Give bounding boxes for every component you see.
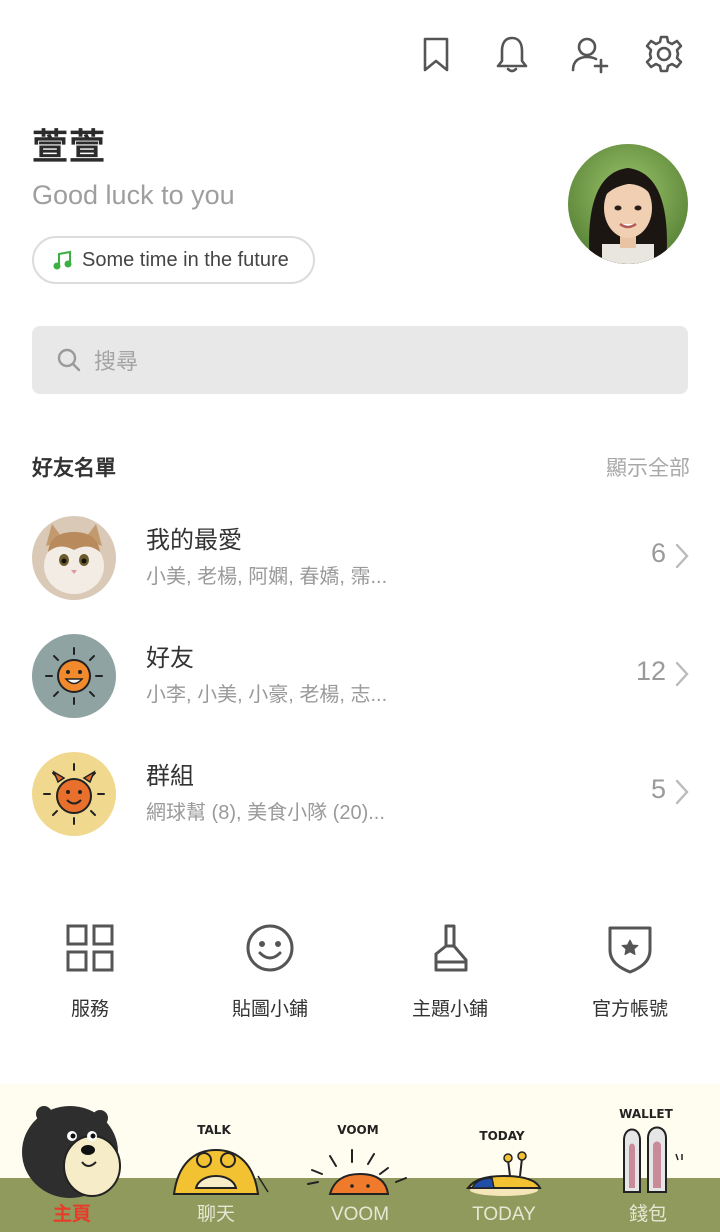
official-accounts-label: 官方帳號	[591, 998, 668, 1020]
search-icon	[57, 348, 81, 372]
search-input[interactable]: 搜尋	[32, 326, 688, 394]
nav-chat-label: 聊天	[196, 1204, 235, 1225]
profile-avatar[interactable]	[568, 144, 688, 264]
wallet-badge-text: WALLET	[619, 1107, 673, 1121]
groups-thumbnail	[32, 752, 116, 836]
official-accounts-button[interactable]: 官方帳號	[540, 920, 720, 1040]
friend-group-count: 5	[650, 774, 666, 804]
chevron-right-icon	[675, 661, 689, 687]
show-all-link[interactable]: 顯示全部	[606, 452, 690, 482]
nav-wallet-tab[interactable]: WALLET 錢包	[576, 1084, 720, 1232]
music-title: Some time in the future	[82, 248, 289, 271]
friends-thumbnail	[32, 634, 116, 718]
shield-star-icon	[608, 926, 652, 974]
nav-voom-label: VOOM	[330, 1204, 390, 1225]
friend-group-title: 好友	[146, 644, 194, 672]
brush-icon	[434, 924, 468, 972]
music-note-icon	[53, 250, 72, 270]
nav-wallet-label: 錢包	[628, 1204, 667, 1225]
favorites-thumbnail	[32, 516, 116, 600]
friend-group-count: 6	[650, 538, 666, 568]
friend-group-count: 12	[635, 656, 666, 686]
theme-shop-label: 主題小鋪	[411, 998, 488, 1020]
theme-shop-button[interactable]: 主題小鋪	[360, 920, 540, 1040]
friend-group-members: 小美, 老楊, 阿嫻, 春嬌, 霈...	[146, 566, 388, 588]
friend-group-favorites[interactable]: 我的最愛 小美, 老楊, 阿嫻, 春嬌, 霈... 6	[0, 508, 720, 608]
bottom-navigation: 主頁 TALK 聊天 VOOM VOOM TODAY TODAY WALLET …	[0, 1084, 720, 1232]
grid-icon	[66, 924, 114, 972]
services-button[interactable]: 服務	[0, 920, 180, 1040]
friend-group-members: 網球幫 (8), 美食小隊 (20)...	[146, 802, 385, 824]
chevron-right-icon	[675, 543, 689, 569]
nav-today-label: TODAY	[472, 1204, 536, 1225]
profile-name[interactable]: 萱萱	[32, 118, 106, 170]
nav-today-tab[interactable]: TODAY TODAY	[432, 1084, 576, 1232]
add-friend-icon[interactable]	[568, 32, 612, 76]
nav-voom-tab[interactable]: VOOM VOOM	[288, 1084, 432, 1232]
voom-badge-text: VOOM	[337, 1123, 378, 1137]
friend-group-members: 小李, 小美, 小豪, 老楊, 志...	[146, 684, 388, 706]
profile-music-button[interactable]: Some time in the future	[32, 236, 315, 284]
chevron-right-icon	[675, 779, 689, 805]
sticker-shop-button[interactable]: 貼圖小鋪	[180, 920, 360, 1040]
smiley-icon	[246, 924, 294, 972]
friend-group-groups[interactable]: 群組 網球幫 (8), 美食小隊 (20)... 5	[0, 744, 720, 844]
sticker-shop-label: 貼圖小鋪	[231, 998, 308, 1020]
gear-icon[interactable]	[642, 32, 686, 76]
bookmark-icon[interactable]	[414, 32, 458, 76]
today-badge-text: TODAY	[479, 1129, 524, 1143]
services-row: 服務 貼圖小鋪 主題小鋪 官方帳號	[0, 920, 720, 1040]
friend-group-friends[interactable]: 好友 小李, 小美, 小豪, 老楊, 志... 12	[0, 626, 720, 726]
nav-chat-tab[interactable]: TALK 聊天	[144, 1084, 288, 1232]
top-bar	[0, 0, 720, 110]
profile-status-message[interactable]: Good luck to you	[32, 180, 235, 211]
friend-group-title: 群組	[146, 762, 194, 790]
services-label: 服務	[70, 998, 109, 1020]
friend-group-title: 我的最愛	[146, 526, 242, 554]
nav-home-label: 主頁	[52, 1204, 91, 1225]
friends-section-title: 好友名單	[32, 456, 116, 480]
chat-badge-text: TALK	[197, 1123, 231, 1137]
search-placeholder: 搜尋	[94, 350, 139, 375]
nav-home-tab[interactable]: 主頁	[0, 1084, 144, 1232]
bell-icon[interactable]	[490, 32, 534, 76]
